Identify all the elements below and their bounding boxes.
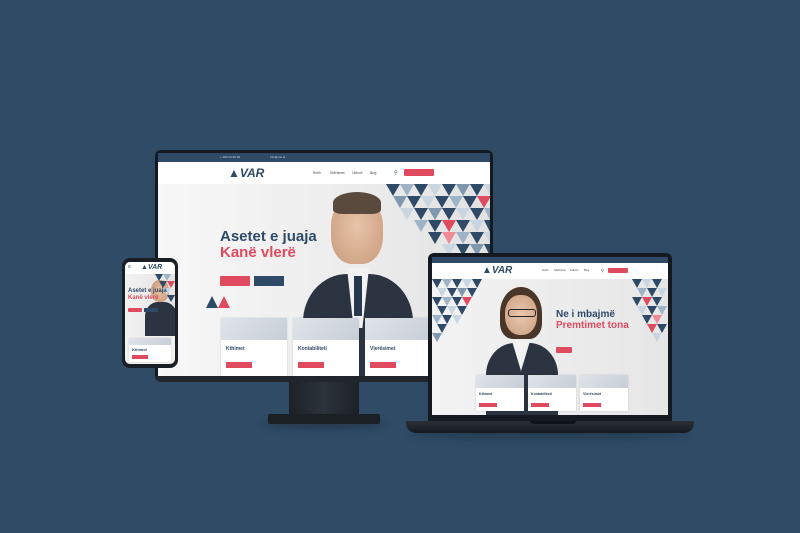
laptop-card-title: Kontabiliteti <box>531 392 552 396</box>
laptop-card-button[interactable] <box>583 403 601 407</box>
card-image <box>580 375 628 388</box>
phone-service-card[interactable]: Kthimet <box>129 338 171 362</box>
laptop-nav-item-1[interactable]: Rreth <box>542 269 548 272</box>
phone-hero-title-line2: Kanë vlerë <box>128 295 159 301</box>
phone-hero-secondary-button[interactable] <box>144 308 158 312</box>
laptop-nav-cta-button[interactable] <box>608 268 628 273</box>
laptop-card-button[interactable] <box>479 403 497 407</box>
logo-mark-icon: ▲ <box>141 264 148 271</box>
laptop-service-card[interactable]: Kontabiliteti <box>528 375 576 411</box>
card-title: Kontabiliteti <box>298 346 327 352</box>
laptop-hero-primary-button[interactable] <box>556 347 572 353</box>
laptop-search-icon[interactable]: ⚲ <box>601 268 604 273</box>
search-icon[interactable]: ⚲ <box>394 170 398 176</box>
service-card[interactable]: Kontabiliteti <box>293 318 359 376</box>
phone-hero-primary-button[interactable] <box>128 308 142 312</box>
laptop-hero-title-line2: Premtimet tona <box>556 320 629 331</box>
laptop-card-title: Kthimet <box>479 392 493 396</box>
hero-secondary-button[interactable] <box>254 276 284 286</box>
laptop-nav-item-4[interactable]: Blog <box>584 269 589 272</box>
service-card[interactable]: Kthimet <box>221 318 287 376</box>
card-title: Vlerësimet <box>370 346 396 352</box>
card-image <box>129 338 171 345</box>
hero-title-line2: Kanë vlerë <box>220 244 296 261</box>
laptop-card-title: Vlerësimet <box>583 392 602 396</box>
phone-card-title: Kthimet <box>132 347 147 352</box>
laptop-screen: ▲VAR Rreth Shërbimet Lidhuni Blog ⚲ Ne i… <box>432 257 668 415</box>
service-card[interactable]: Vlerësimet <box>365 318 431 376</box>
monitor-stand-base <box>268 414 380 424</box>
laptop-logo[interactable]: ▲VAR <box>482 265 512 276</box>
phone-screen: ≡ ▲VAR Asetet e juaja Kanë vlerë Kthimet <box>125 262 175 364</box>
menu-icon[interactable]: ≡ <box>128 264 131 270</box>
logo[interactable]: ▲VAR <box>228 166 264 180</box>
laptop-nav-item-3[interactable]: Lidhuni <box>570 269 578 272</box>
hero-title-line1: Asetet e juaja <box>220 228 317 245</box>
logo-mark-icon: ▲ <box>482 265 492 276</box>
desktop-topbar: + 000 00 00 00 info@var.al <box>158 153 490 162</box>
laptop-card-button[interactable] <box>531 403 549 407</box>
card-image <box>293 318 359 340</box>
nav-item-1[interactable]: Rreth <box>313 171 321 175</box>
card-button[interactable] <box>226 362 252 368</box>
card-image <box>528 375 576 388</box>
monitor-stand-neck <box>289 382 359 418</box>
phone-navbar: ≡ ▲VAR <box>125 262 175 274</box>
nav-item-2[interactable]: Shërbimet <box>330 171 345 175</box>
desktop-navbar: ▲VAR Rreth Shërbimet Lidhuni Blog ⚲ <box>158 162 490 185</box>
card-title: Kthimet <box>226 346 245 352</box>
topbar-contact: + 000 00 00 00 <box>220 155 241 159</box>
laptop-hero: Ne i mbajmë Premtimet tona Kthimet Konta… <box>432 279 668 415</box>
laptop-nav-item-2[interactable]: Shërbimet <box>554 269 566 272</box>
card-image <box>476 375 524 388</box>
phone-card-button[interactable] <box>132 355 148 359</box>
laptop-hero-title-line1: Ne i mbajmë <box>556 309 615 320</box>
nav-item-4[interactable]: Blog <box>370 171 376 175</box>
phone-hero: Asetet e juaja Kanë vlerë <box>125 274 175 336</box>
nav-cta-button[interactable] <box>404 169 434 176</box>
card-button[interactable] <box>370 362 396 368</box>
card-button[interactable] <box>298 362 324 368</box>
laptop-navbar: ▲VAR Rreth Shërbimet Lidhuni Blog ⚲ <box>432 263 668 279</box>
laptop-service-card[interactable]: Kthimet <box>476 375 524 411</box>
laptop-service-card[interactable]: Vlerësimet <box>580 375 628 411</box>
laptop-notch <box>530 421 576 424</box>
hero-primary-button[interactable] <box>220 276 250 286</box>
phone-hero-title-line1: Asetet e juaja <box>128 288 167 294</box>
logo-mark-icon: ▲ <box>228 166 240 180</box>
laptop-triangle-pattern-left <box>432 279 482 342</box>
hero-small-triangles <box>206 296 230 308</box>
card-image <box>221 318 287 340</box>
topbar-email[interactable]: info@var.al <box>270 153 285 162</box>
phone-device: ≡ ▲VAR Asetet e juaja Kanë vlerë Kthimet <box>122 258 178 368</box>
phone-triangle-pattern <box>155 274 175 302</box>
nav-item-3[interactable]: Lidhuni <box>352 171 362 175</box>
card-image <box>365 318 431 340</box>
laptop-device: ▲VAR Rreth Shërbimet Lidhuni Blog ⚲ Ne i… <box>428 253 672 421</box>
phone-logo[interactable]: ▲VAR <box>141 264 162 271</box>
